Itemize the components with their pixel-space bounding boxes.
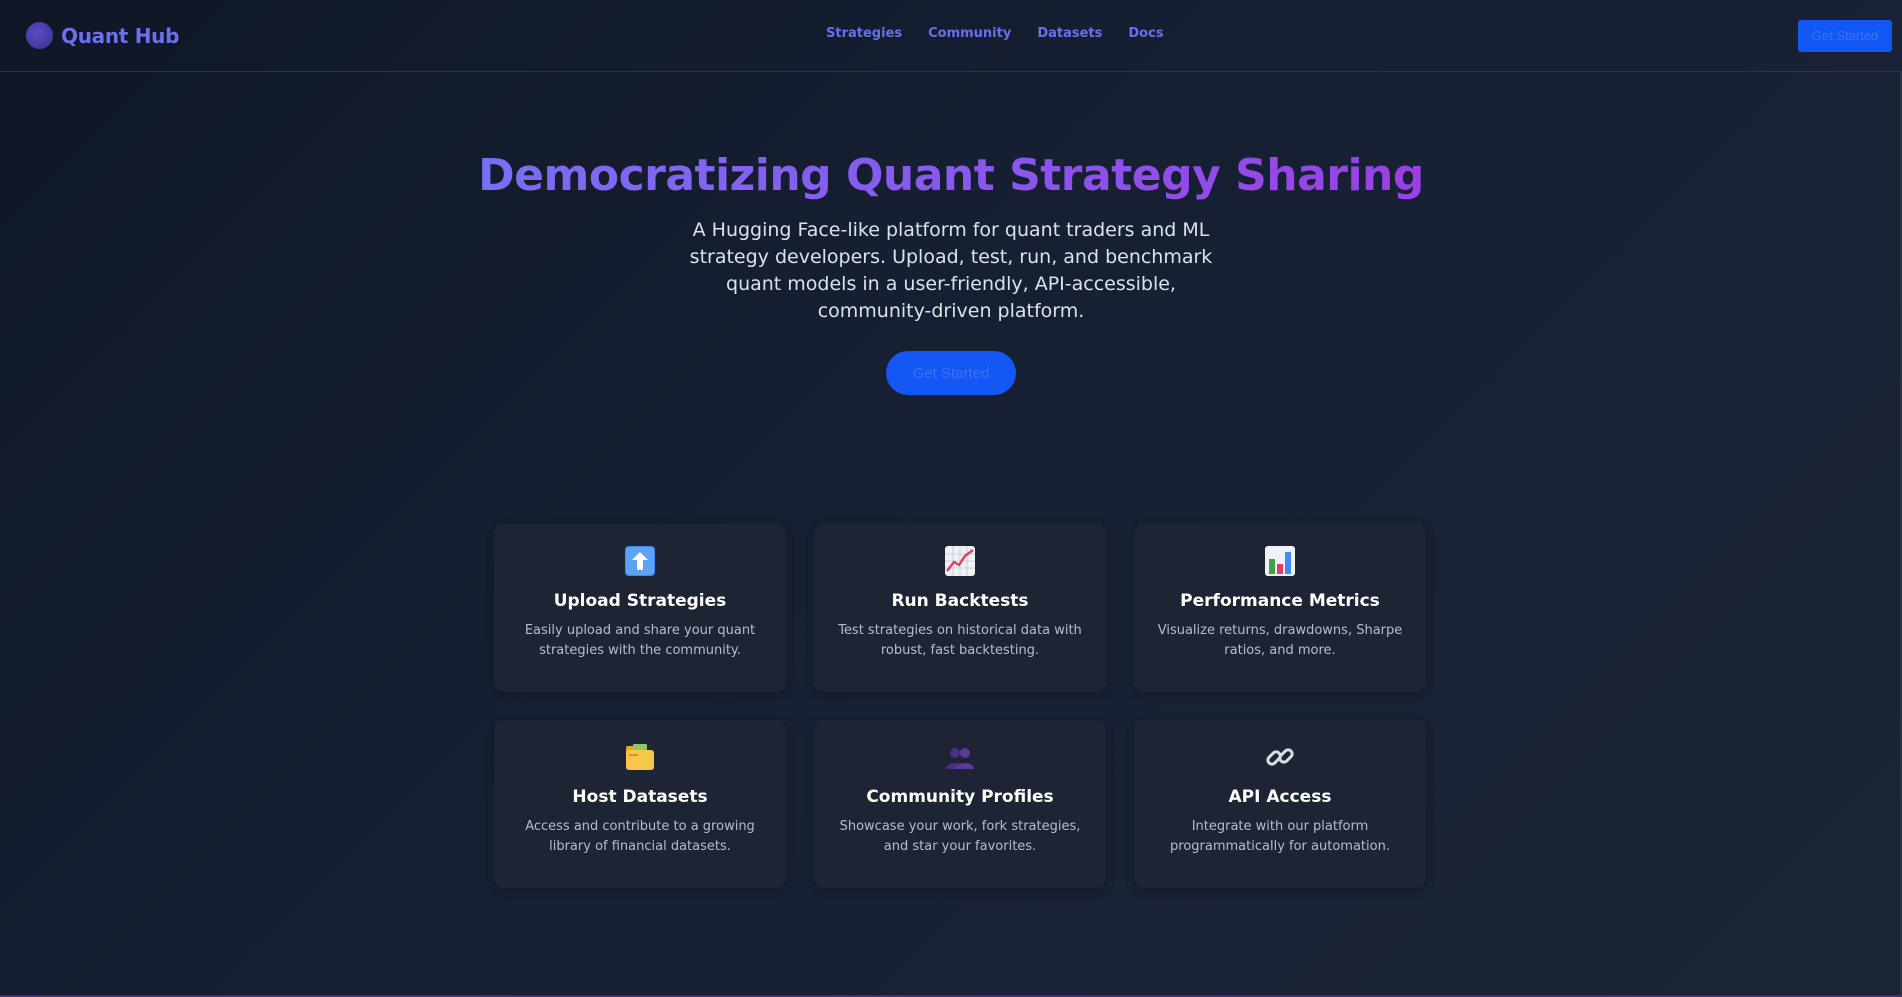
feature-card-upload-strategies[interactable]: Upload Strategies Easily upload and shar… bbox=[494, 524, 786, 692]
feature-title: Performance Metrics bbox=[1180, 591, 1380, 611]
nav-link-strategies[interactable]: Strategies bbox=[826, 26, 902, 41]
feature-card-performance-metrics[interactable]: Performance Metrics Visualize returns, d… bbox=[1134, 524, 1426, 692]
feature-title: Host Datasets bbox=[572, 787, 708, 807]
brand[interactable]: Quant Hub bbox=[26, 22, 179, 49]
nav-link-community[interactable]: Community bbox=[928, 26, 1011, 41]
folder-icon bbox=[626, 744, 654, 770]
feature-description: Visualize returns, drawdowns, Sharpe rat… bbox=[1157, 623, 1403, 658]
feature-title: Upload Strategies bbox=[553, 591, 727, 611]
link-icon bbox=[1266, 748, 1294, 766]
feature-card-community-profiles[interactable]: Community Profiles Showcase your work, f… bbox=[814, 720, 1106, 888]
feature-card-api-access[interactable]: API Access Integrate with our platform p… bbox=[1134, 720, 1426, 888]
people-icon bbox=[946, 748, 974, 769]
hero: Democratizing Quant Strategy Sharing A H… bbox=[0, 150, 1902, 395]
feature-description: Easily upload and share your quant strat… bbox=[524, 623, 756, 658]
feature-card-run-backtests[interactable]: Run Backtests Test strategies on histori… bbox=[814, 524, 1106, 692]
brand-name: Quant Hub bbox=[61, 23, 180, 48]
feature-title: Run Backtests bbox=[891, 591, 1029, 611]
feature-description: Access and contribute to a growing libra… bbox=[525, 819, 755, 854]
nav-link-docs[interactable]: Docs bbox=[1128, 26, 1163, 41]
nav-links: Strategies Community Datasets Docs bbox=[826, 26, 1164, 41]
feature-description: Test strategies on historical data with … bbox=[838, 623, 1082, 658]
feature-title: API Access bbox=[1228, 787, 1332, 807]
line-chart-icon bbox=[945, 546, 975, 576]
bar-chart-icon bbox=[1265, 546, 1295, 576]
nav-get-started-button[interactable]: Get Started bbox=[1798, 19, 1892, 52]
feature-title: Community Profiles bbox=[866, 787, 1054, 807]
feature-grid: Upload Strategies Easily upload and shar… bbox=[494, 524, 1426, 888]
upload-arrow-icon bbox=[625, 546, 655, 576]
feature-card-host-datasets[interactable]: Host Datasets Access and contribute to a… bbox=[494, 720, 786, 888]
nav-link-datasets[interactable]: Datasets bbox=[1037, 26, 1102, 41]
brand-logo-icon bbox=[26, 22, 53, 49]
hero-get-started-button[interactable]: Get Started bbox=[886, 351, 1016, 395]
hero-title: Democratizing Quant Strategy Sharing bbox=[478, 150, 1424, 201]
feature-description: Showcase your work, fork strategies, and… bbox=[839, 819, 1081, 854]
feature-description: Integrate with our platform programmatic… bbox=[1170, 819, 1390, 854]
hero-subtitle: A Hugging Face-like platform for quant t… bbox=[689, 219, 1213, 322]
top-navbar: Quant Hub Strategies Community Datasets … bbox=[0, 0, 1902, 72]
